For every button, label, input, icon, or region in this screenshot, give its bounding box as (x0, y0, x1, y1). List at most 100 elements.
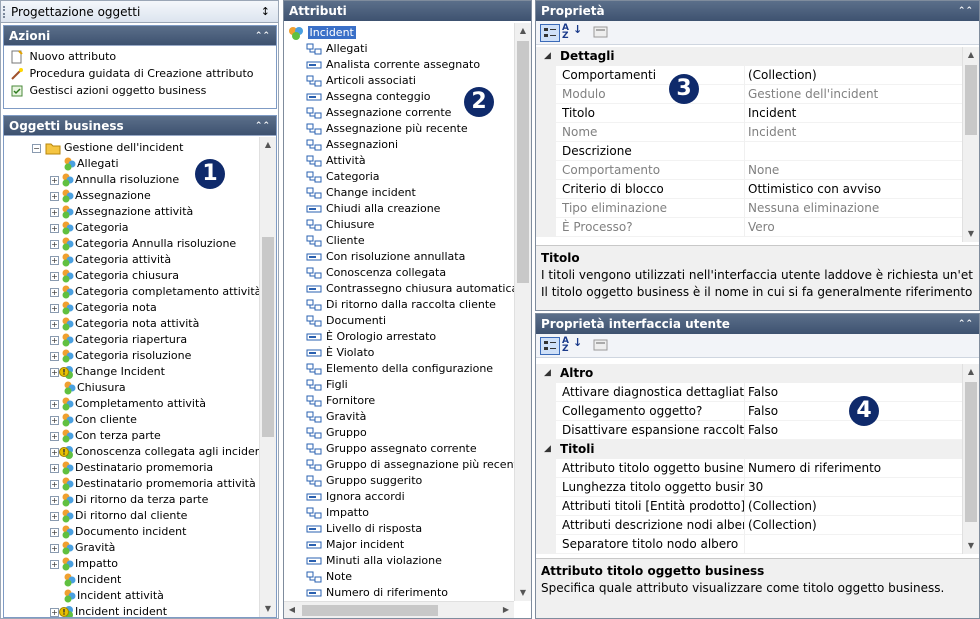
tree-item[interactable]: Incident (50, 572, 121, 588)
proprieta-header[interactable]: Proprietà ⌃⌃ (536, 1, 979, 21)
property-row[interactable]: Criterio di blocco Ottimistico con avviso (536, 180, 963, 199)
action-new-attribute[interactable]: Nuovo attributo (4, 48, 276, 65)
attribute-item[interactable]: Cliente (284, 233, 365, 249)
property-value[interactable]: Nessuna eliminazione (748, 199, 879, 218)
expand-icon[interactable]: + (50, 191, 59, 201)
scroll-down-icon[interactable]: ▼ (515, 585, 531, 601)
property-value[interactable]: None (748, 161, 779, 180)
column-divider[interactable] (744, 123, 745, 142)
attribute-item[interactable]: Assegnazione corrente (284, 105, 451, 121)
column-divider[interactable] (744, 459, 745, 478)
tree-item[interactable]: + Con cliente (50, 412, 137, 428)
tree-item[interactable]: + Assegnazione attività (50, 204, 193, 220)
column-divider[interactable] (744, 104, 745, 123)
column-divider[interactable] (744, 142, 745, 161)
attribute-item[interactable]: Numero di riferimento (284, 585, 448, 601)
attribute-item[interactable]: Categoria (284, 169, 380, 185)
expand-icon[interactable]: + (50, 527, 59, 537)
tree-item[interactable]: + Destinatario promemoria (50, 460, 213, 476)
scroll-left-icon[interactable]: ◀ (284, 602, 300, 618)
expand-icon[interactable]: + (50, 335, 59, 345)
expand-icon[interactable]: + (50, 207, 59, 217)
property-row[interactable]: Lunghezza titolo oggetto business 30 (536, 478, 963, 497)
property-value[interactable]: (Collection) (748, 497, 817, 516)
tree-item[interactable]: + Gravità (50, 540, 115, 556)
grid-category[interactable]: ◢ Dettagli (536, 47, 963, 66)
attribute-item[interactable]: Elemento della configurazione (284, 361, 493, 377)
property-value[interactable]: Ottimistico con avviso (748, 180, 881, 199)
grip-icon[interactable] (3, 6, 6, 18)
scroll-down-icon[interactable]: ▼ (963, 226, 979, 242)
attribute-item[interactable]: Livello di risposta (284, 521, 422, 537)
action-wizard[interactable]: Procedura guidata di Creazione attributo (4, 65, 276, 82)
property-value[interactable]: Falso (748, 421, 778, 440)
scroll-up-icon[interactable]: ▲ (515, 23, 531, 39)
tree-item[interactable]: + Categoria attività (50, 252, 171, 268)
attribute-item[interactable]: Gruppo suggerito (284, 473, 422, 489)
attribute-item[interactable]: Di ritorno dalla raccolta cliente (284, 297, 496, 313)
alphabetical-sort-button[interactable]: A Z ↓ (562, 337, 582, 355)
attribute-item[interactable]: È Violato (284, 345, 374, 361)
property-pages-button[interactable] (592, 24, 612, 42)
scroll-thumb[interactable] (965, 382, 977, 522)
tree-item[interactable]: + Categoria nota attività (50, 316, 199, 332)
expand-icon[interactable]: + (50, 367, 59, 377)
attribute-item[interactable]: Minuti alla violazione (284, 553, 442, 569)
grid-category[interactable]: ◢ Titoli (536, 440, 963, 459)
column-divider[interactable] (744, 85, 745, 104)
attribute-root[interactable]: Incident (284, 25, 514, 41)
tree-item[interactable]: + Change Incident (50, 364, 165, 380)
attribute-item[interactable]: Chiusure (284, 217, 374, 233)
scroll-up-icon[interactable]: ▲ (963, 364, 979, 380)
property-row[interactable]: Comportamento None (536, 161, 963, 180)
attribute-item[interactable]: Allegati (284, 41, 368, 57)
column-divider[interactable] (744, 535, 745, 554)
vertical-scrollbar[interactable]: ▲ ▼ (259, 137, 276, 617)
property-row[interactable]: Nome Incident (536, 123, 963, 142)
collapse-chevron-icon[interactable]: ⌃⌃ (958, 314, 973, 334)
tree-item[interactable]: + Categoria risoluzione (50, 348, 191, 364)
scroll-thumb[interactable] (517, 41, 529, 283)
tree-item[interactable]: Chiusura (50, 380, 126, 396)
column-divider[interactable] (744, 161, 745, 180)
attribute-item[interactable]: Change incident (284, 185, 416, 201)
property-row[interactable]: Titolo Incident (536, 104, 963, 123)
attribute-item[interactable]: Ignora accordi (284, 489, 405, 505)
action-manage-actions[interactable]: Gestisci azioni oggetto business (4, 82, 276, 99)
expand-icon[interactable]: + (50, 399, 59, 409)
expand-icon[interactable]: + (50, 255, 59, 265)
expand-icon[interactable]: + (50, 175, 59, 185)
attribute-item[interactable]: Documenti (284, 313, 386, 329)
expand-icon[interactable]: + (50, 239, 59, 249)
scroll-thumb[interactable] (302, 605, 438, 616)
scroll-up-icon[interactable]: ▲ (963, 47, 979, 63)
column-divider[interactable] (744, 516, 745, 535)
expand-icon[interactable]: + (50, 319, 59, 329)
expand-icon[interactable]: + (50, 303, 59, 313)
property-value[interactable]: 30 (748, 478, 763, 497)
tree-item[interactable]: + Categoria nota (50, 300, 157, 316)
vertical-scrollbar[interactable]: ▲ ▼ (962, 364, 979, 554)
ui-property-grid[interactable]: ◢ Altro Attivare diagnostica dettagliata?… (536, 364, 963, 554)
expand-icon[interactable]: + (50, 431, 59, 441)
property-row[interactable]: Attributi titoli [Entità prodotto] (Colle… (536, 497, 963, 516)
categorized-view-button[interactable] (540, 337, 560, 355)
column-divider[interactable] (744, 402, 745, 421)
tree-item[interactable]: + Impatto (50, 556, 118, 572)
expand-icon[interactable]: + (50, 463, 59, 473)
scroll-down-icon[interactable]: ▼ (963, 538, 979, 554)
property-value[interactable]: Gestione dell'incident (748, 85, 878, 104)
column-divider[interactable] (744, 66, 745, 85)
azioni-header[interactable]: Azioni ⌃⌃ (4, 26, 276, 46)
collapse-chevron-icon[interactable]: ⌃⌃ (255, 116, 270, 136)
tree-item[interactable]: + Categoria Annulla risoluzione (50, 236, 236, 252)
property-row[interactable]: Modulo Gestione dell'incident (536, 85, 963, 104)
expand-icon[interactable]: + (50, 607, 59, 617)
expand-icon[interactable]: + (50, 287, 59, 297)
property-value[interactable]: (Collection) (748, 66, 817, 85)
scroll-right-icon[interactable]: ▶ (498, 602, 514, 618)
attribute-item[interactable]: Impatto (284, 505, 369, 521)
vertical-scrollbar[interactable]: ▲ ▼ (962, 47, 979, 242)
pin-icon[interactable]: ↕ (261, 1, 270, 23)
tree-item[interactable]: + Di ritorno da terza parte (50, 492, 208, 508)
